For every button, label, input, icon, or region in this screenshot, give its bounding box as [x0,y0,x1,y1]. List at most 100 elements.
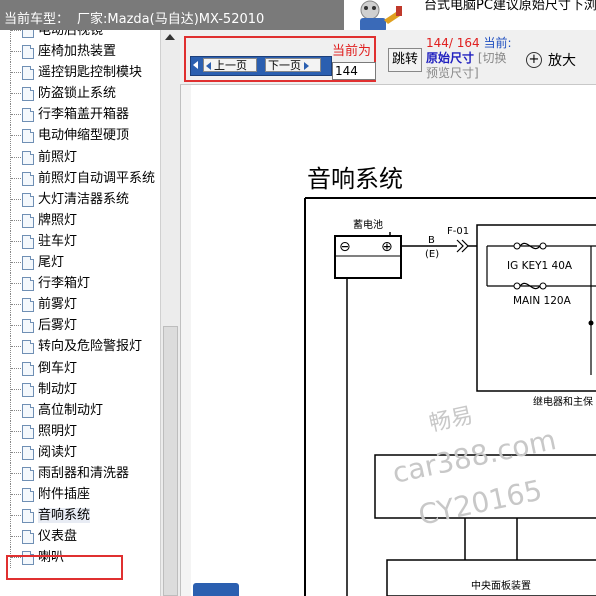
prev-page-button[interactable]: 上一页 [203,58,257,72]
mascot-icon [344,0,416,34]
tree-item[interactable]: 行李箱盖开箱器 [0,104,160,126]
page-nav-bar: 上一页 下一页 [190,56,332,76]
browse-notice-text: 台式电脑PC建议原始尺寸下浏 [424,0,596,13]
tree-item-label: 电动伸缩型硬顶 [38,128,130,144]
tree-item[interactable]: 前照灯 [0,146,160,168]
viewer-corner-button[interactable] [193,583,239,596]
zoom-in-label: 放大 [548,53,576,69]
document-icon [22,382,34,397]
document-icon [22,340,34,355]
page-number-input[interactable] [332,62,376,80]
document-icon [22,445,34,460]
tree-item-label: 防盗锁止系统 [38,86,117,102]
tree-item[interactable]: 防盗锁止系统 [0,83,160,105]
scrollbar-thumb[interactable] [163,326,178,596]
tree-item-label: 照明灯 [38,423,78,439]
page-info: 144/ 164 当前: 原始尺寸 [切换预览尺寸] [426,36,512,81]
tree-item[interactable]: 高位制动灯 [0,399,160,421]
document-icon [22,171,34,186]
tree-item-label: 阅读灯 [38,444,78,460]
current-size-tag: 当前: [483,36,512,50]
document-icon [22,424,34,439]
current-page-label: 当前为 [332,44,372,59]
tree-item[interactable]: 驻车灯 [0,230,160,252]
tree-item[interactable]: 电动伸缩型硬顶 [0,125,160,147]
tree-item-label: 前雾灯 [38,297,78,313]
tree-item[interactable]: 雨刮器和清洗器 [0,462,160,484]
current-model-label: 当前车型： [4,12,70,27]
tree-item-label: 倒车灯 [38,360,78,376]
jump-button[interactable]: 跳转 [388,48,422,72]
tree-item[interactable]: 行李箱灯 [0,273,160,295]
tree-item-label: 前照灯自动调平系统 [38,170,156,186]
tree-list: 电动后视镜 座椅加热装置 遥控钥匙控制模块 防盗锁止系统 行李箱盖开箱器 电动伸缩型硬顶前… [0,30,160,569]
document-icon [22,403,34,418]
document-icon [22,530,34,545]
tree-item-label: 音响系统 [38,508,91,524]
mascot-logo [344,0,416,34]
selected-item-highlight [6,555,123,580]
sidebar-tree: 电动后视镜 座椅加热装置 遥控钥匙控制模块 防盗锁止系统 行李箱盖开箱器 电动伸缩型硬顶前… [0,30,181,596]
tree-item[interactable]: 阅读灯 [0,441,160,463]
tree-item-label: 制动灯 [38,381,78,397]
document-icon [22,30,34,38]
document-icon [22,213,34,228]
tree-item-label: 驻车灯 [38,233,78,249]
zoom-in-button[interactable]: + 放大 [526,50,588,72]
tree-item[interactable]: 后雾灯 [0,315,160,337]
tree-item[interactable]: 转向及危险警报灯 [0,336,160,358]
tree-item[interactable]: 遥控钥匙控制模块 [0,62,160,84]
document-viewer: 音响系统 蓄电池 ⊖ ⊕ B (E) F-01 IG KEY1 40A MAIN… [180,85,596,596]
tree-item-label: 电动后视镜 [38,30,104,38]
tree-item[interactable]: 牌照灯 [0,209,160,231]
tree-item-label: 转向及危险警报灯 [38,339,143,355]
tree-item[interactable]: 尾灯 [0,252,160,274]
tree-item[interactable]: 附件插座 [0,484,160,506]
document-icon [22,129,34,144]
next-page-label: 下一页 [268,59,301,72]
tree-item-label: 牌照灯 [38,212,78,228]
document-icon [22,66,34,81]
prev-page-label: 上一页 [214,59,247,72]
document-icon [22,361,34,376]
document-icon [22,466,34,481]
tree-item[interactable]: 座椅加热装置 [0,41,160,63]
original-size-label: 原始尺寸 [426,51,475,65]
next-page-button[interactable]: 下一页 [265,58,321,72]
tree-item-label: 后雾灯 [38,318,78,334]
tree-item[interactable]: 电动后视镜 [0,30,160,41]
tree-item-label: 行李箱盖开箱器 [38,107,130,123]
tree-item-label: 座椅加热装置 [38,44,117,60]
document-icon [22,108,34,123]
browse-notice: 台式电脑PC建议原始尺寸下浏 [416,0,596,28]
tree-item-label: 前照灯 [38,149,78,165]
document-icon [22,319,34,334]
tree-item-selected[interactable]: 音响系统 [0,505,160,527]
sidebar-scrollbar[interactable] [160,30,180,596]
current-model-bar: 当前车型： 厂家:Mazda(马自达)MX-52010 [0,0,344,30]
tree-item[interactable]: 前雾灯 [0,294,160,316]
document-icon [22,277,34,292]
tree-item-label: 遥控钥匙控制模块 [38,65,143,81]
tree-item[interactable]: 照明灯 [0,420,160,442]
prev-arrow-icon [206,62,211,70]
document-icon [22,192,34,207]
tree-item[interactable]: 大灯清洁器系统 [0,188,160,210]
page-nav-box: 上一页 下一页 当前为 [184,36,376,82]
tree-item[interactable]: 仪表盘 [0,526,160,548]
tree-item[interactable]: 制动灯 [0,378,160,400]
document-icon [22,150,34,165]
tree-item-label: 附件插座 [38,487,91,503]
document-icon [22,87,34,102]
document-icon [22,256,34,271]
tree-item-label: 尾灯 [38,255,65,271]
tree-item-label: 大灯清洁器系统 [38,191,130,207]
scroll-up-arrow-icon[interactable] [165,34,175,40]
document-icon [22,298,34,313]
watermark-line3: CY20165 [416,474,545,532]
manufacturer-model-text: 厂家:Mazda(马自达)MX-52010 [77,12,265,27]
tree-item-label: 行李箱灯 [38,276,91,292]
tree-item[interactable]: 前照灯自动调平系统 [0,167,160,189]
tree-item[interactable]: 倒车灯 [0,357,160,379]
toolbar: 上一页 下一页 当前为 跳转 144/ 164 当前: 原始尺寸 [切换预览尺寸… [180,30,596,85]
